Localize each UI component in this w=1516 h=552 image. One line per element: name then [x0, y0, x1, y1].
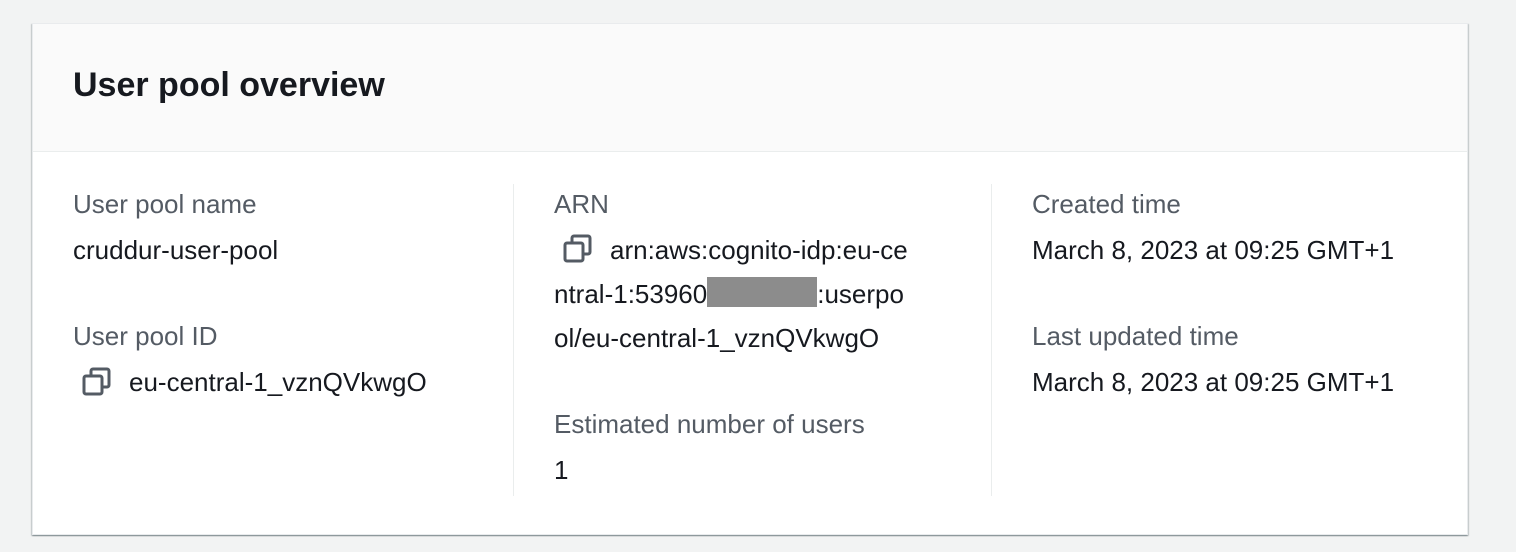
copy-icon[interactable] — [562, 233, 594, 265]
panel-header: User pool overview — [33, 24, 1467, 152]
user-pool-id-label: User pool ID — [73, 321, 218, 351]
estimated-users-field: Estimated number of users 1 — [554, 408, 865, 492]
panel-title: User pool overview — [73, 66, 385, 104]
created-time-value: March 8, 2023 at 09:25 GMT+1 — [1032, 235, 1395, 265]
user-pool-id-field: User pool ID eu-central-1_vznQVkwgO — [73, 320, 427, 404]
arn-label: ARN — [554, 189, 609, 219]
arn-field: ARN arn:aws:cognito-idp:eu-ce ntral-1:53… — [554, 188, 938, 360]
arn-line-1-text: arn:aws:cognito-idp:eu-ce — [610, 235, 908, 265]
column-timestamps: Created time March 8, 2023 at 09:25 GMT+… — [991, 184, 1431, 496]
column-arn: ARN arn:aws:cognito-idp:eu-ce ntral-1:53… — [513, 184, 989, 496]
user-pool-name-value: cruddur-user-pool — [73, 235, 279, 265]
estimated-users-label: Estimated number of users — [554, 409, 865, 439]
arn-line-2-suffix: :userpo — [817, 279, 904, 309]
copy-icon[interactable] — [81, 366, 113, 398]
redaction-block — [707, 277, 818, 307]
arn-value: arn:aws:cognito-idp:eu-ce ntral-1:53960:… — [554, 228, 938, 360]
created-time-field: Created time March 8, 2023 at 09:25 GMT+… — [1032, 188, 1394, 272]
column-pool-identity: User pool name cruddur-user-pool User po… — [73, 184, 511, 496]
user-pool-id-row: eu-central-1_vznQVkwgO — [73, 360, 427, 404]
estimated-users-value: 1 — [554, 455, 569, 485]
arn-line-2: ntral-1:53960 :userpo — [554, 272, 938, 316]
created-time-label: Created time — [1032, 189, 1181, 219]
user-pool-overview-panel: User pool overview User pool name cruddu… — [32, 23, 1468, 535]
user-pool-name-label: User pool name — [73, 189, 257, 219]
arn-line-3: ol/eu-central-1_vznQVkwgO — [554, 323, 880, 353]
user-pool-id-value: eu-central-1_vznQVkwgO — [129, 367, 427, 397]
arn-line-2-prefix: ntral-1:53960 — [554, 279, 708, 309]
last-updated-time-value: March 8, 2023 at 09:25 GMT+1 — [1032, 367, 1395, 397]
arn-line-1: arn:aws:cognito-idp:eu-ce — [554, 228, 938, 272]
last-updated-time-label: Last updated time — [1032, 321, 1239, 351]
user-pool-name-field: User pool name cruddur-user-pool — [73, 188, 278, 272]
last-updated-time-field: Last updated time March 8, 2023 at 09:25… — [1032, 320, 1394, 404]
